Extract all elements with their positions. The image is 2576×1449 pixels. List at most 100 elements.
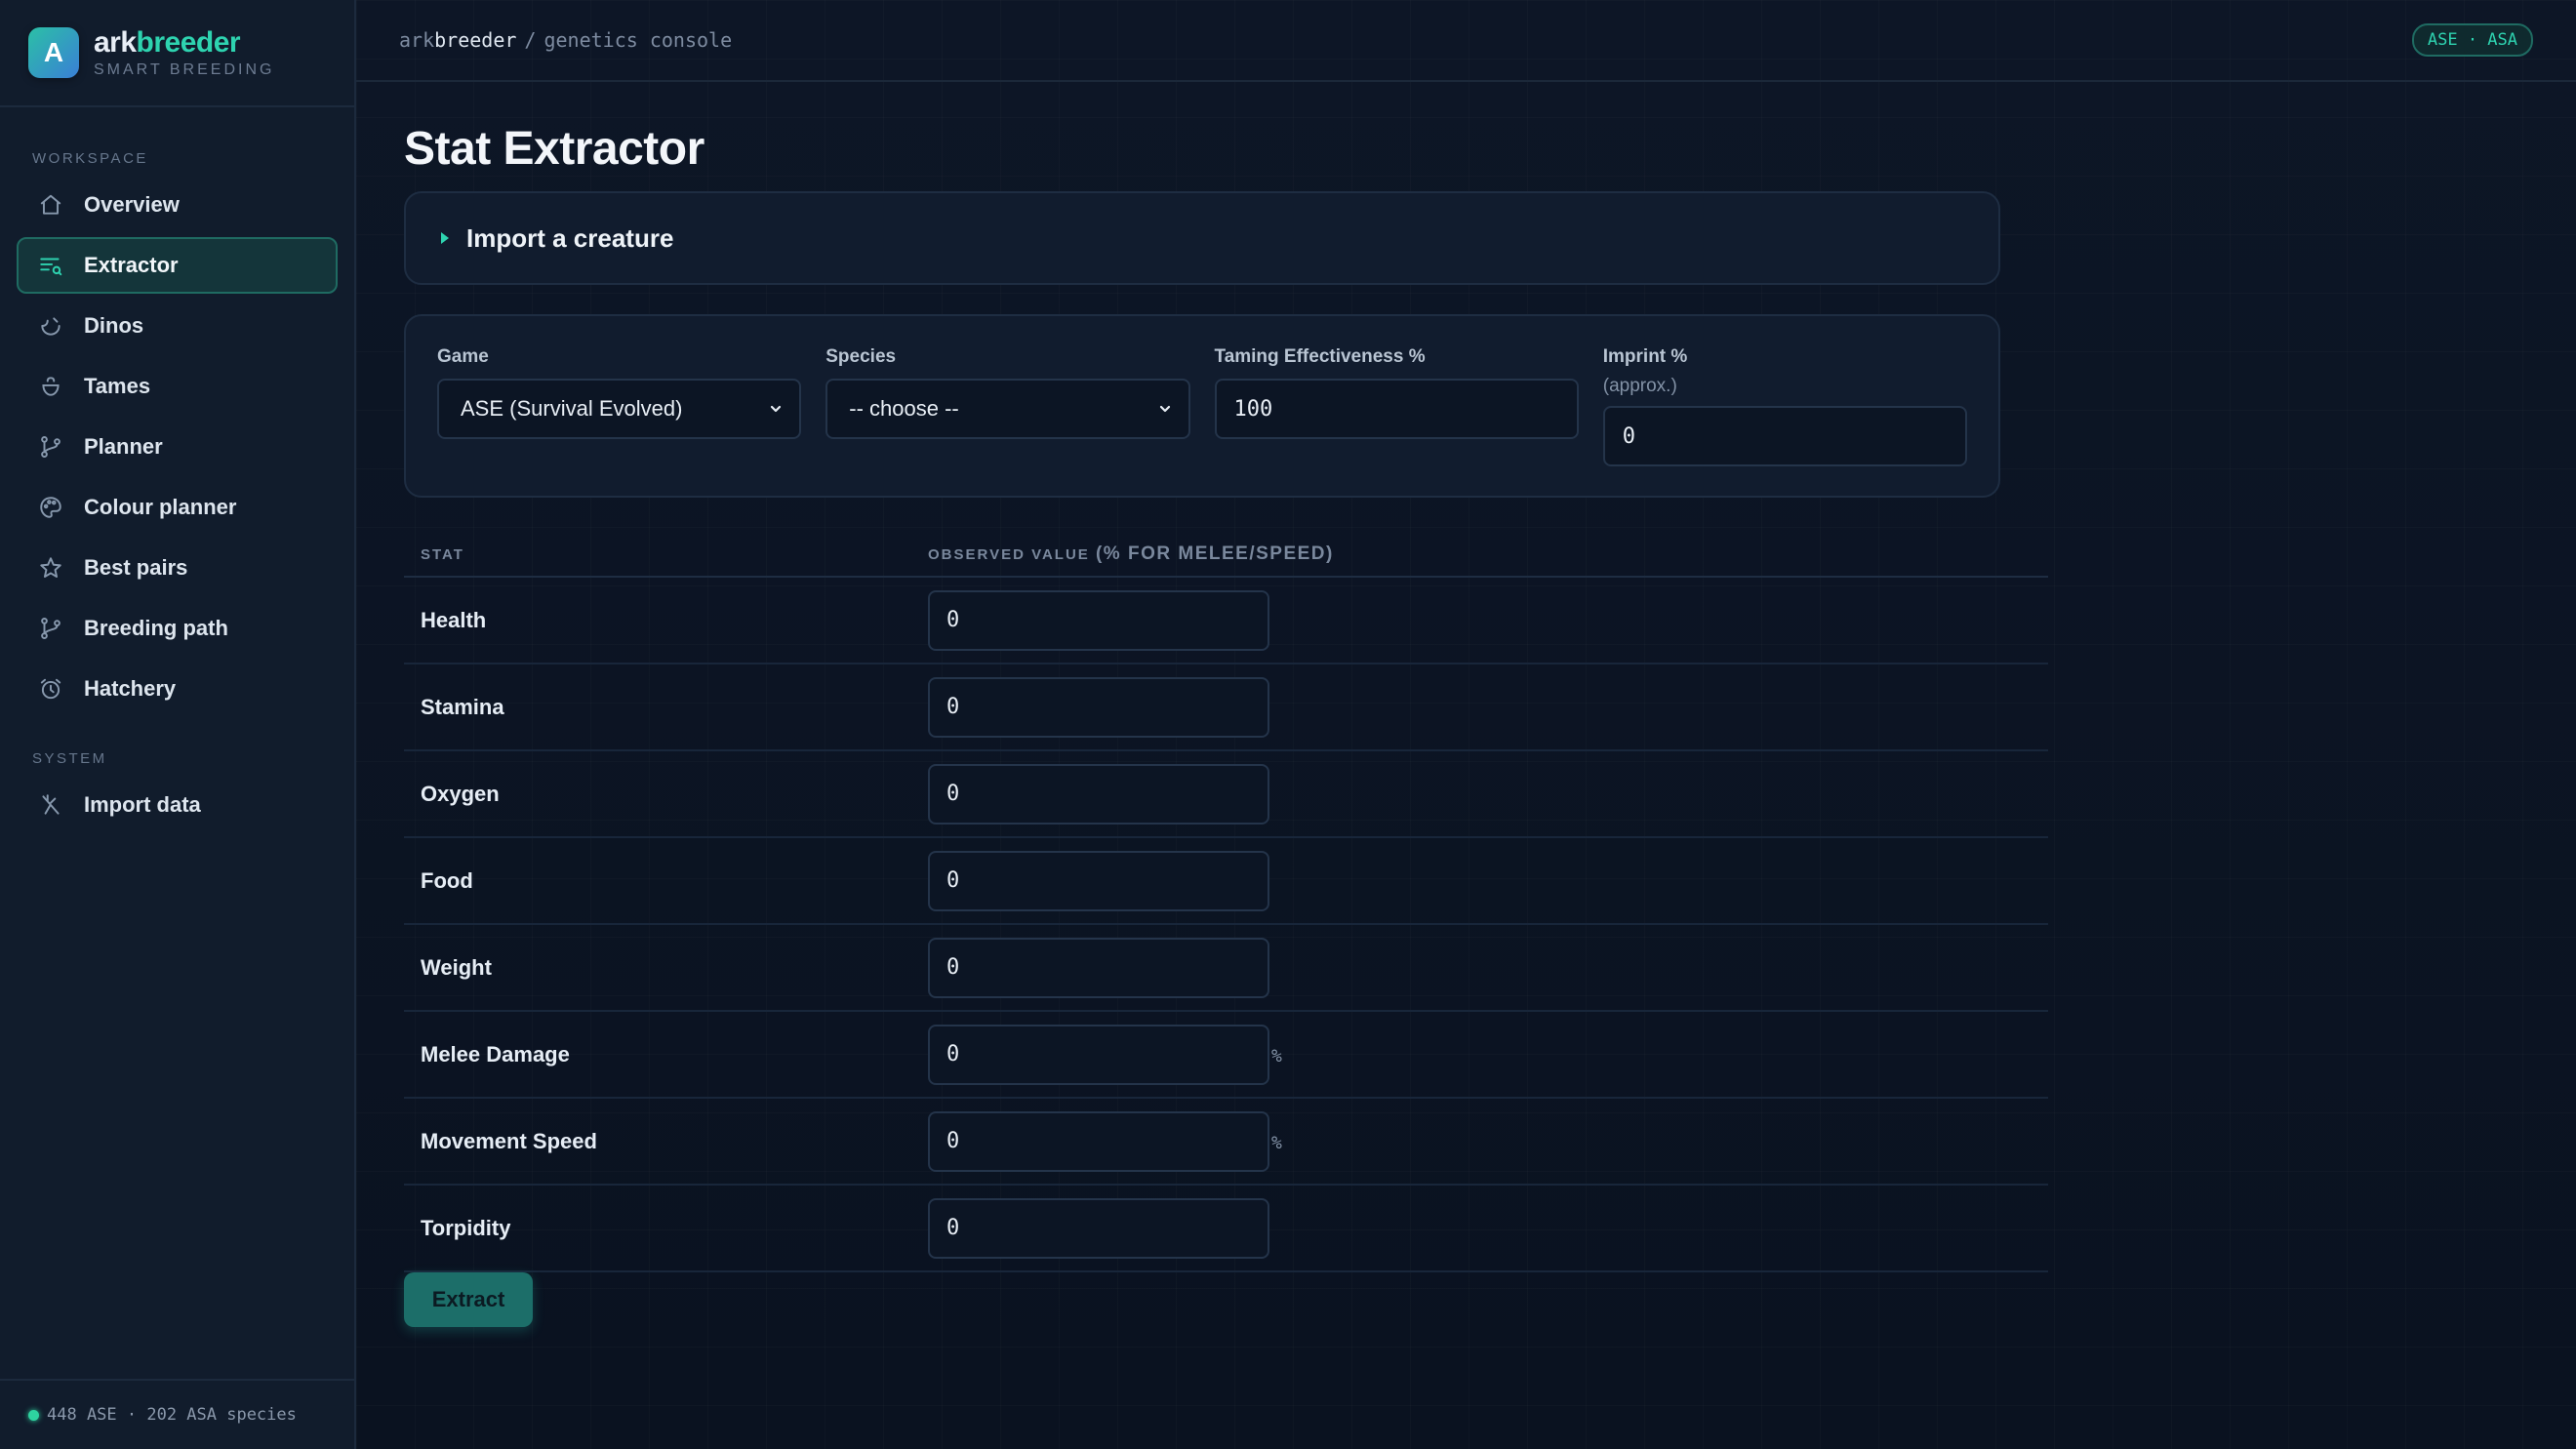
percent-unit: % — [1271, 1046, 1282, 1067]
imprint-label: Imprint % — [1602, 346, 1688, 367]
stat-value-input[interactable]: 0 — [928, 850, 1269, 911]
tames-icon — [38, 374, 63, 399]
stat-value-input[interactable]: 0 — [928, 1110, 1269, 1172]
sidebar-item-planner[interactable]: Planner — [17, 419, 338, 475]
breadcrumb-page: genetics console — [543, 28, 733, 52]
import-creature-toggle[interactable]: Import a creature — [404, 191, 2000, 285]
brand-name-part1: ark — [94, 26, 137, 59]
sidebar-item-colour-planner[interactable]: Colour planner — [17, 479, 338, 536]
species-count: 448 ASE · 202 ASA species — [47, 1405, 297, 1425]
species-select-value: -- choose -- — [849, 396, 959, 421]
sidebar-item-label: Dinos — [84, 313, 144, 338]
table-row: Stamina 0 — [404, 664, 2048, 751]
sidebar-item-label: Best pairs — [84, 555, 188, 580]
chevron-down-icon — [1159, 405, 1170, 413]
imprint-input[interactable]: 0 — [1602, 406, 1967, 466]
stat-value-input[interactable]: 0 — [928, 676, 1269, 738]
breadcrumb-breeder: breeder — [434, 28, 517, 52]
sidebar-item-label: Colour planner — [84, 495, 237, 519]
game-select-value: ASE (Survival Evolved) — [461, 396, 683, 421]
status-dot — [28, 1409, 39, 1421]
stat-name: Movement Speed — [421, 1128, 597, 1153]
import-icon — [38, 792, 63, 818]
stat-name: Food — [421, 867, 473, 893]
sidebar-item-label: Breeding path — [84, 616, 228, 640]
brand[interactable]: A arkbreeder SMART BREEDING — [0, 0, 354, 107]
star-icon — [38, 555, 63, 581]
brand-name: arkbreeder — [94, 26, 274, 60]
workspace-label: WORKSPACE — [32, 150, 148, 167]
sidebar-item-label: Hatchery — [84, 676, 177, 701]
sidebar: A arkbreeder SMART BREEDING WORKSPACE Ov… — [0, 0, 356, 1449]
column-stat: STAT — [421, 545, 464, 563]
species-label: Species — [825, 346, 897, 367]
species-select[interactable]: -- choose -- — [825, 379, 1190, 439]
table-body: Health 0 Stamina 0 Oxygen 0 Food 0 Weight 0 Melee … — [404, 578, 2048, 1272]
sidebar-item-extractor[interactable]: Extractor — [17, 237, 338, 294]
brand-text: arkbreeder SMART BREEDING — [94, 26, 274, 79]
stat-value-input[interactable]: 0 — [928, 589, 1269, 651]
stat-value-input[interactable]: 0 — [928, 1197, 1269, 1259]
stat-name: Health — [421, 607, 487, 632]
game-badge: ASE · ASA — [2411, 23, 2533, 57]
percent-unit: % — [1271, 1133, 1282, 1153]
sidebar-item-overview[interactable]: Overview — [17, 177, 338, 233]
topbar: arkbreeder / genetics console ASE · ASA — [356, 0, 2576, 82]
breadcrumb-separator: / — [524, 28, 537, 52]
content: Stat Extractor Import a creature Game AS… — [356, 123, 2048, 1327]
species-field: Species -- choose -- — [825, 345, 1190, 496]
stat-value-cell: 0 — [928, 850, 1269, 911]
sidebar-item-tames[interactable]: Tames — [17, 358, 338, 415]
imprint-sublabel: (approx.) — [1602, 376, 1677, 396]
taming-label: Taming Effectiveness % — [1214, 346, 1426, 367]
taming-input[interactable]: 100 — [1214, 379, 1579, 439]
workspace-nav: Overview Extractor Dinos Tames Planner C… — [0, 177, 354, 717]
extractor-form: Game ASE (Survival Evolved) Species -- c… — [404, 314, 2000, 498]
breadcrumb: arkbreeder / genetics console — [399, 28, 732, 52]
branch-icon — [38, 434, 63, 460]
extract-button[interactable]: Extract — [404, 1272, 533, 1327]
stat-name: Weight — [421, 954, 492, 980]
table-row: Movement Speed 0% — [404, 1099, 2048, 1186]
table-row: Weight 0 — [404, 925, 2048, 1012]
sidebar-item-label: Overview — [84, 192, 180, 217]
sidebar-item-breeding-path[interactable]: Breeding path — [17, 600, 338, 657]
sidebar-item-label: Import data — [84, 792, 201, 817]
sidebar-item-hatchery[interactable]: Hatchery — [17, 661, 338, 717]
table-row: Melee Damage 0% — [404, 1012, 2048, 1099]
taming-field: Taming Effectiveness % 100 — [1214, 345, 1579, 496]
stat-value-input[interactable]: 0 — [928, 1024, 1269, 1085]
stat-value-input[interactable]: 0 — [928, 763, 1269, 825]
home-icon — [38, 192, 63, 218]
palette-icon — [38, 495, 63, 520]
logo: A — [28, 27, 79, 78]
game-select[interactable]: ASE (Survival Evolved) — [437, 379, 802, 439]
stat-value-cell: 0% — [928, 1024, 1282, 1085]
table-header: STAT OBSERVED VALUE (% FOR MELEE/SPEED) — [404, 533, 2048, 578]
stat-value-cell: 0 — [928, 676, 1269, 738]
stats-table: STAT OBSERVED VALUE (% FOR MELEE/SPEED) … — [404, 533, 2048, 1272]
imprint-field: Imprint % (approx.) 0 — [1602, 345, 1967, 496]
stat-value-cell: 0 — [928, 763, 1269, 825]
sidebar-item-best-pairs[interactable]: Best pairs — [17, 540, 338, 596]
chevron-down-icon — [771, 405, 782, 413]
column-observed-value-note: (% FOR MELEE/SPEED) — [1095, 543, 1334, 564]
sidebar-item-label: Planner — [84, 434, 163, 459]
stat-value-input[interactable]: 0 — [928, 937, 1269, 998]
sidebar-footer: 448 ASE · 202 ASA species — [0, 1379, 354, 1449]
app: A arkbreeder SMART BREEDING WORKSPACE Ov… — [0, 0, 2576, 1449]
sidebar-item-dinos[interactable]: Dinos — [17, 298, 338, 354]
stat-name: Melee Damage — [421, 1041, 570, 1067]
table-row: Health 0 — [404, 578, 2048, 664]
import-creature-label: Import a creature — [466, 222, 674, 253]
sidebar-item-import-data[interactable]: Import data — [17, 777, 338, 833]
game-label: Game — [437, 346, 489, 367]
table-row: Oxygen 0 — [404, 751, 2048, 838]
page-title: Stat Extractor — [404, 123, 704, 175]
brand-tagline: SMART BREEDING — [94, 61, 275, 78]
sidebar-item-label: Tames — [84, 374, 151, 398]
stat-value-cell: 0 — [928, 589, 1269, 651]
game-field: Game ASE (Survival Evolved) — [437, 345, 802, 496]
main: arkbreeder / genetics console ASE · ASA St… — [356, 0, 2576, 1449]
branch-icon — [38, 616, 63, 641]
